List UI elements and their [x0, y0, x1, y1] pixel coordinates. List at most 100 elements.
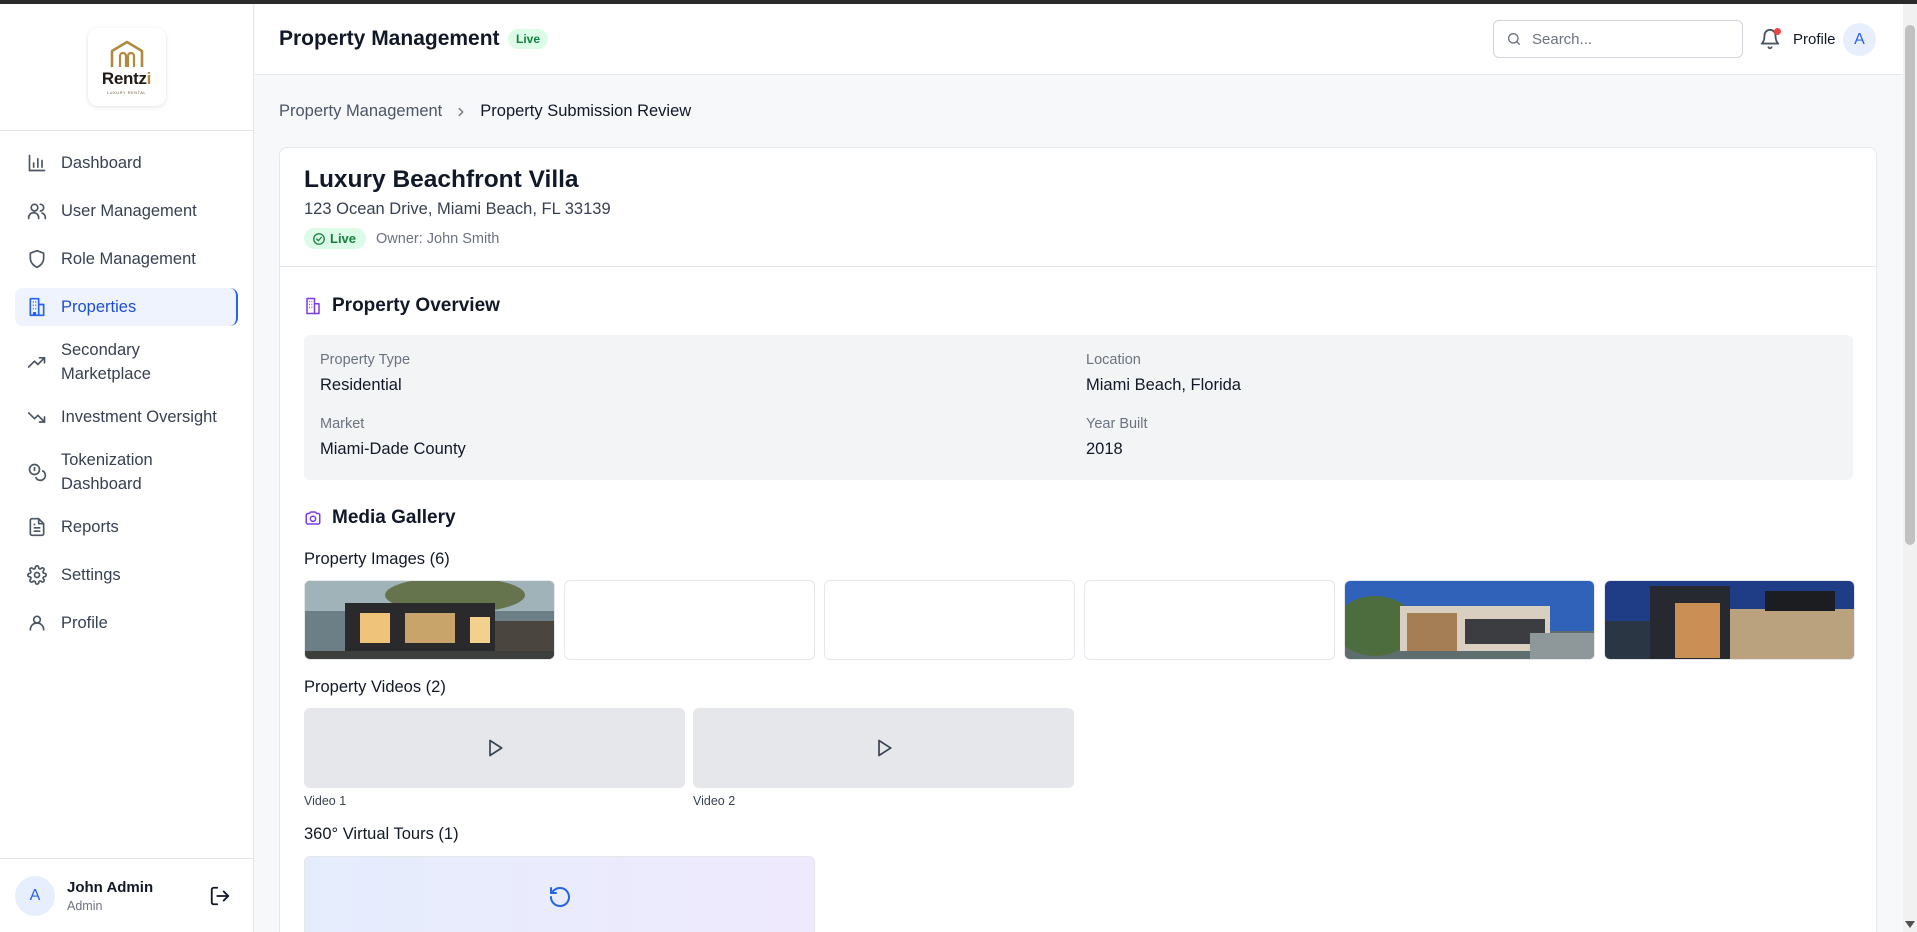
field-value: Miami Beach, Florida: [1086, 376, 1241, 394]
sidebar-item-profile[interactable]: Profile: [15, 604, 238, 642]
status-badge: Live: [304, 228, 367, 249]
sidebar-nav: Dashboard User Management Role Managemen…: [0, 131, 253, 642]
video-item: Video 2: [693, 708, 1074, 808]
property-images-row: [304, 580, 1864, 660]
sidebar-item-user-management[interactable]: User Management: [15, 192, 238, 230]
search-input[interactable]: [1532, 30, 1732, 48]
notification-dot: [1774, 28, 1781, 35]
chevron-right-icon: [458, 107, 464, 116]
status-badge: Live: [508, 29, 549, 49]
shield-icon: [29, 249, 45, 269]
sidebar-item-label: Profile: [61, 614, 108, 632]
section-title-text: Property Overview: [332, 295, 500, 316]
property-overview-grid: Property Type Residential Location Miami…: [304, 335, 1853, 480]
user-role: Admin: [67, 898, 103, 913]
virtual-tours-title: 360° Virtual Tours (1): [304, 825, 459, 843]
building-icon: [306, 297, 320, 315]
rotate-360-icon: [549, 887, 570, 907]
property-meta: Live Owner: John Smith: [304, 228, 1852, 249]
sidebar-item-label: Properties: [61, 298, 137, 316]
overview-field-location: Location Miami Beach, Florida: [1086, 352, 1241, 395]
property-owner: Owner: John Smith: [376, 230, 500, 247]
video-player[interactable]: [304, 708, 685, 788]
property-image[interactable]: [304, 580, 555, 660]
notifications-button[interactable]: [1759, 28, 1781, 50]
field-label: Property Type: [320, 352, 411, 368]
logo-tagline: LUXURY RENTAL: [106, 90, 147, 95]
property-header: Luxury Beachfront Villa 123 Ocean Drive,…: [280, 148, 1876, 267]
sidebar: Rentzi LUXURY RENTAL Dashboard User Mana…: [0, 4, 254, 932]
sidebar-item-label: User Management: [61, 202, 197, 220]
property-image[interactable]: [1604, 580, 1855, 660]
status-badge-label: Live: [330, 231, 357, 246]
field-value: Residential: [320, 376, 402, 394]
sidebar-item-settings[interactable]: Settings: [15, 556, 238, 594]
sidebar-item-reports[interactable]: Reports: [15, 508, 238, 546]
top-header: Property Management Live Profile A: [255, 4, 1903, 75]
field-value: Miami-Dade County: [320, 440, 466, 458]
property-name: Luxury Beachfront Villa: [304, 166, 579, 193]
video-caption: Video 1: [304, 794, 347, 808]
section-title-text: Media Gallery: [332, 507, 456, 528]
avatar[interactable]: A: [1843, 23, 1876, 56]
video-item: Video 1: [304, 708, 685, 808]
overview-field-year-built: Year Built 2018: [1086, 416, 1148, 459]
video-player[interactable]: [693, 708, 1074, 788]
video-caption: Video 2: [693, 794, 736, 808]
camera-icon: [305, 511, 321, 525]
sidebar-item-label: Settings: [61, 566, 121, 584]
profile-link[interactable]: Profile: [1793, 31, 1836, 48]
sidebar-item-label: Secondary Marketplace: [61, 341, 151, 383]
sidebar-item-dashboard[interactable]: Dashboard: [15, 144, 238, 182]
property-review-card: Luxury Beachfront Villa 123 Ocean Drive,…: [279, 147, 1877, 932]
sidebar-item-investment-oversight[interactable]: Investment Oversight: [15, 398, 238, 436]
user-icon: [29, 615, 45, 631]
avatar[interactable]: A: [15, 875, 55, 916]
play-icon[interactable]: [485, 738, 505, 758]
play-icon[interactable]: [874, 738, 894, 758]
bar-chart-icon: [28, 154, 46, 172]
property-image-placeholder[interactable]: [564, 580, 815, 660]
page-scrollbar[interactable]: [1903, 4, 1917, 932]
field-label: Year Built: [1086, 416, 1148, 432]
logout-icon[interactable]: [209, 885, 231, 907]
property-image-placeholder[interactable]: [824, 580, 1075, 660]
logo-wordmark: Rentzi: [101, 69, 152, 88]
field-value: 2018: [1086, 440, 1123, 458]
property-overview-heading: Property Overview: [304, 295, 500, 317]
property-image[interactable]: [1344, 580, 1595, 660]
file-text-icon: [29, 517, 45, 537]
scroll-down-arrow-icon[interactable]: [1905, 921, 1915, 928]
overview-field-property-type: Property Type Residential: [320, 352, 410, 395]
field-label: Location: [1086, 352, 1141, 368]
search-box[interactable]: [1493, 20, 1743, 58]
breadcrumb: Property Management Property Submission …: [279, 102, 691, 121]
property-videos-row: Video 1 Video 2: [304, 708, 1082, 808]
property-images-title: Property Images (6): [304, 550, 450, 568]
building-icon: [29, 297, 45, 317]
gear-icon: [27, 565, 47, 585]
sidebar-item-label: Reports: [61, 518, 119, 536]
trending-down-icon: [27, 412, 46, 423]
check-circle-icon: [313, 232, 325, 245]
sidebar-item-tokenization-dashboard[interactable]: Tokenization Dashboard: [15, 446, 238, 498]
sidebar-item-label: Role Management: [61, 250, 196, 268]
sidebar-item-label: Dashboard: [61, 154, 142, 172]
breadcrumb-link-property-management[interactable]: Property Management: [279, 102, 442, 121]
search-icon: [1508, 33, 1520, 45]
sidebar-item-secondary-marketplace[interactable]: Secondary Marketplace: [15, 336, 238, 388]
virtual-tour-tile[interactable]: [304, 856, 815, 932]
sidebar-item-properties[interactable]: Properties: [15, 288, 238, 326]
scrollbar-thumb[interactable]: [1905, 25, 1915, 545]
property-image-placeholder[interactable]: [1084, 580, 1335, 660]
page-title: Property Management: [279, 27, 500, 50]
coins-icon: [28, 463, 47, 482]
breadcrumb-current: Property Submission Review: [480, 102, 692, 120]
property-address: 123 Ocean Drive, Miami Beach, FL 33139: [304, 200, 611, 218]
sidebar-item-role-management[interactable]: Role Management: [15, 240, 238, 278]
rentzi-logo[interactable]: Rentzi LUXURY RENTAL: [87, 28, 166, 106]
users-icon: [27, 203, 47, 220]
current-user-panel: A John Admin Admin: [0, 858, 253, 932]
media-gallery-heading: Media Gallery: [304, 507, 456, 529]
field-label: Market: [320, 416, 365, 432]
